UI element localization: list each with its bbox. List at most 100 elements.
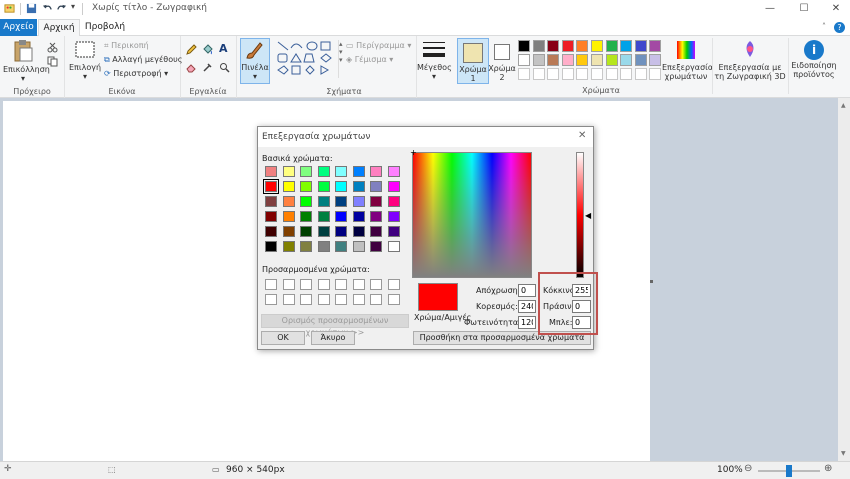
fill-bucket-icon[interactable] — [202, 44, 213, 55]
ok-button[interactable]: OK — [261, 331, 305, 345]
basic-color-swatch[interactable] — [335, 166, 347, 177]
minimize-button[interactable]: — — [762, 2, 778, 16]
palette-color-swatch[interactable] — [547, 54, 560, 66]
custom-color-slot[interactable] — [282, 294, 295, 305]
basic-color-swatch[interactable] — [265, 211, 277, 222]
color-spectrum[interactable]: + — [410, 148, 532, 278]
basic-color-swatch[interactable] — [335, 196, 347, 207]
palette-color-swatch[interactable] — [532, 40, 545, 52]
rotate-button[interactable]: ⟳ Περιστροφή ▾ — [104, 69, 168, 78]
spectrum-crosshair-icon[interactable]: + — [410, 148, 417, 157]
basic-color-swatch[interactable] — [352, 211, 365, 222]
palette-color-swatch[interactable] — [576, 54, 589, 66]
basic-color-swatch[interactable] — [370, 211, 382, 222]
basic-color-swatch[interactable] — [317, 196, 330, 207]
basic-color-swatch[interactable] — [282, 226, 295, 237]
close-button[interactable]: ✕ — [828, 2, 844, 16]
palette-color-swatch[interactable] — [561, 54, 574, 66]
brushes-button[interactable]: Πινέλα ▾ — [240, 38, 270, 84]
custom-color-slot[interactable] — [352, 294, 365, 305]
palette-color-swatch[interactable] — [634, 40, 647, 52]
basic-color-swatch[interactable] — [387, 181, 400, 192]
basic-color-swatch[interactable] — [282, 211, 295, 222]
paste-button[interactable]: Επικόλληση ▾ — [3, 39, 50, 83]
select-button[interactable]: Επιλογή ▾ — [69, 39, 101, 81]
custom-color-slot[interactable] — [370, 294, 382, 305]
basic-color-swatch[interactable] — [387, 166, 400, 177]
basic-color-swatch[interactable] — [265, 226, 277, 237]
color-picker-icon[interactable] — [202, 62, 213, 73]
cut-icon[interactable] — [47, 42, 58, 53]
basic-color-swatch[interactable] — [265, 166, 277, 177]
edit-colors-button[interactable]: Επεξεργασία χρωμάτων — [662, 39, 713, 81]
basic-color-swatch[interactable] — [352, 181, 365, 192]
basic-color-swatch[interactable] — [300, 241, 312, 252]
luminosity-arrow-icon[interactable]: ◀ — [585, 211, 591, 220]
color2-button[interactable]: Χρώμα 2 — [488, 38, 516, 82]
shapes-scroll[interactable]: ▴ ▾ ▾ — [338, 40, 345, 78]
basic-color-swatch[interactable] — [370, 226, 382, 237]
basic-color-swatch[interactable] — [300, 196, 312, 207]
basic-color-swatch[interactable] — [300, 226, 312, 237]
fill-button[interactable]: ◈ Γέμισμα ▾ — [346, 55, 393, 64]
luminosity-bar[interactable] — [576, 152, 584, 278]
basic-color-swatch[interactable] — [317, 181, 330, 192]
palette-color-swatch[interactable] — [605, 40, 618, 52]
canvas-resize-handle[interactable] — [650, 280, 653, 283]
palette-color-swatch[interactable] — [649, 40, 662, 52]
custom-color-slot[interactable] — [282, 279, 295, 290]
custom-color-slot[interactable] — [317, 279, 330, 290]
basic-color-swatch[interactable] — [300, 211, 312, 222]
custom-color-slot[interactable] — [387, 279, 400, 290]
crop-button[interactable]: ⌗ Περικοπή — [104, 41, 149, 51]
vertical-scrollbar[interactable]: ▲ ▼ — [838, 98, 850, 461]
tab-view[interactable]: Προβολή — [80, 19, 130, 36]
basic-color-swatch[interactable] — [335, 181, 347, 192]
palette-color-swatch[interactable] — [620, 68, 633, 80]
redo-icon[interactable] — [56, 3, 67, 14]
basic-color-swatch[interactable] — [352, 241, 365, 252]
zoom-in-icon[interactable]: ⊕ — [824, 463, 832, 474]
resize-button[interactable]: ⧉ Αλλαγή μεγέθους — [104, 55, 182, 65]
basic-color-swatch[interactable] — [352, 166, 365, 177]
text-icon[interactable]: A — [219, 42, 228, 55]
basic-color-swatch[interactable] — [387, 196, 400, 207]
tab-file[interactable]: Αρχείο — [0, 19, 37, 36]
palette-color-swatch[interactable] — [561, 40, 574, 52]
basic-color-swatch[interactable] — [370, 196, 382, 207]
palette-color-swatch[interactable] — [561, 68, 574, 80]
size-button[interactable]: Μέγεθος ▾ — [417, 39, 452, 81]
eraser-icon[interactable] — [186, 62, 197, 73]
palette-color-swatch[interactable] — [605, 54, 618, 66]
basic-color-swatch[interactable] — [317, 226, 330, 237]
palette-color-swatch[interactable] — [649, 68, 662, 80]
palette-color-swatch[interactable] — [518, 68, 530, 80]
palette-color-swatch[interactable] — [547, 40, 560, 52]
zoom-slider[interactable] — [758, 465, 820, 477]
edit-with-paint3d-button[interactable]: Επεξεργασία με τη Ζωγραφική 3D — [714, 39, 786, 81]
cancel-button[interactable]: Άκυρο — [311, 331, 355, 345]
basic-color-swatch[interactable] — [282, 166, 295, 177]
palette-color-swatch[interactable] — [649, 54, 662, 66]
basic-color-swatch[interactable] — [387, 211, 400, 222]
luminosity-input[interactable] — [518, 316, 536, 329]
palette-color-swatch[interactable] — [620, 54, 633, 66]
palette-color-swatch[interactable] — [547, 68, 560, 80]
hue-input[interactable] — [518, 284, 536, 297]
basic-color-swatch[interactable] — [352, 196, 365, 207]
basic-color-swatch[interactable] — [300, 166, 312, 177]
custom-color-slot[interactable] — [265, 294, 277, 305]
basic-color-swatch[interactable] — [335, 211, 347, 222]
palette-color-swatch[interactable] — [532, 68, 545, 80]
basic-color-swatch[interactable] — [387, 226, 400, 237]
basic-color-swatch[interactable] — [282, 196, 295, 207]
palette-color-swatch[interactable] — [620, 40, 633, 52]
basic-color-swatch[interactable] — [335, 241, 347, 252]
outline-button[interactable]: ▭ Περίγραμμα ▾ — [346, 41, 411, 50]
palette-color-swatch[interactable] — [591, 40, 603, 52]
basic-color-swatch[interactable] — [387, 241, 400, 252]
basic-color-swatch[interactable] — [317, 211, 330, 222]
basic-color-swatch[interactable] — [265, 241, 277, 252]
basic-color-swatch[interactable] — [265, 196, 277, 207]
basic-color-swatch[interactable] — [370, 166, 382, 177]
